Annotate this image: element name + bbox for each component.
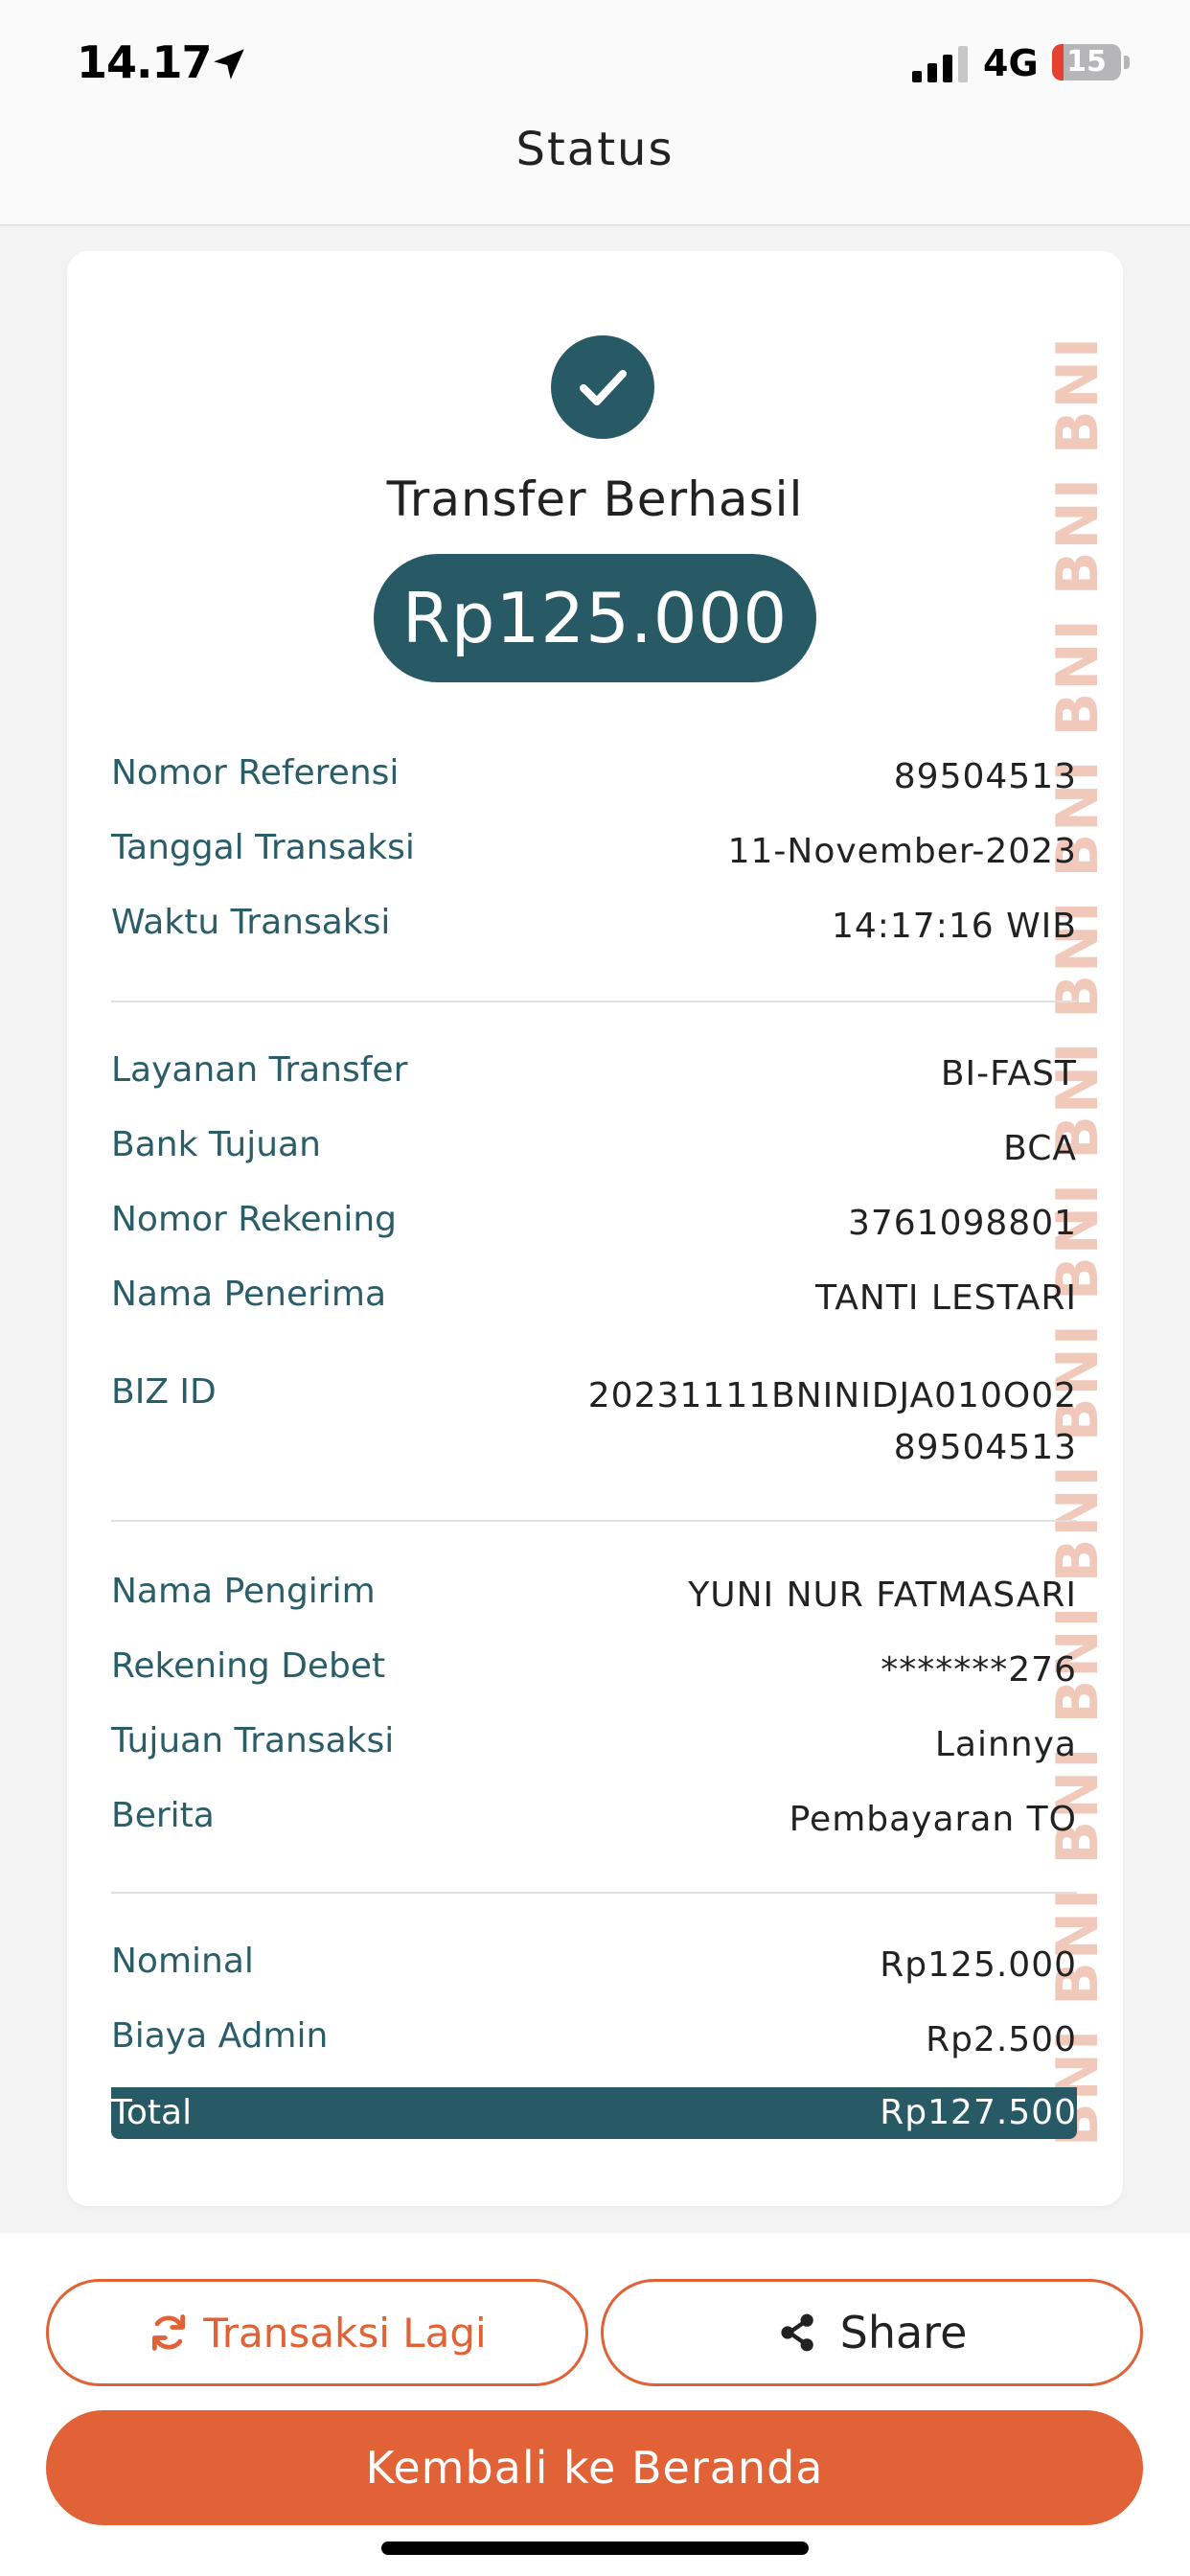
bank-value: BCA — [1003, 1129, 1077, 1168]
recipient-name-value: TANTI LESTARI — [815, 1278, 1077, 1318]
purpose-value: Lainnya — [934, 1725, 1077, 1764]
transaksi-lagi-button[interactable]: Transaksi Lagi — [46, 2279, 588, 2386]
total-row: Total Rp127.500 — [111, 2087, 1077, 2139]
admin-fee-value: Rp2.500 — [926, 2020, 1077, 2059]
receipt-title: Transfer Berhasil — [386, 472, 804, 527]
message-value: Pembayaran TO — [789, 1800, 1077, 1839]
nominal-label: Nominal — [111, 1942, 254, 1981]
debit-account-label: Rekening Debet — [111, 1646, 386, 1686]
amount-badge: Rp125.000 — [374, 554, 816, 682]
biz-id-label: BIZ ID — [111, 1372, 217, 1412]
check-circle-icon — [551, 335, 654, 439]
time-label: Waktu Transaksi — [111, 903, 391, 942]
message-label: Berita — [111, 1796, 215, 1835]
total-value: Rp127.500 — [880, 2093, 1077, 2132]
admin-fee-label: Biaya Admin — [111, 2016, 329, 2056]
battery-tip — [1124, 56, 1130, 69]
recipient-name-label: Nama Penerima — [111, 1275, 387, 1314]
debit-account-value: *******276 — [881, 1650, 1077, 1690]
transfer-service-label: Layanan Transfer — [111, 1050, 408, 1090]
total-label: Total — [111, 2093, 193, 2132]
transaksi-lagi-label: Transaksi Lagi — [203, 2309, 487, 2357]
date-value: 11-November-2023 — [727, 832, 1077, 871]
transfer-service-value: BI-FAST — [940, 1054, 1077, 1093]
biz-id-value: 20231111BNINIDJA010O02 — [587, 1376, 1077, 1415]
bank-label: Bank Tujuan — [111, 1125, 321, 1164]
divider — [111, 1520, 1077, 1522]
back-to-home-label: Kembali ke Beranda — [365, 2442, 824, 2494]
biz-id-value-line2: 89504513 — [893, 1428, 1077, 1467]
action-bar: Transaksi Lagi Share Kembali ke Beranda — [0, 2233, 1190, 2576]
network-type: 4G — [983, 42, 1039, 84]
divider — [111, 1000, 1077, 1002]
page-title: Status — [515, 123, 675, 176]
share-button[interactable]: Share — [601, 2279, 1143, 2386]
share-label: Share — [839, 2307, 968, 2358]
ref-number-value: 89504513 — [893, 757, 1077, 796]
purpose-label: Tujuan Transaksi — [111, 1721, 395, 1760]
signal-icon — [912, 46, 968, 82]
share-icon — [777, 2312, 819, 2354]
back-to-home-button[interactable]: Kembali ke Beranda — [46, 2410, 1143, 2525]
sender-name-label: Nama Pengirim — [111, 1572, 376, 1611]
nominal-value: Rp125.000 — [880, 1945, 1077, 1985]
home-indicator[interactable] — [381, 2542, 809, 2555]
ref-number-label: Nomor Referensi — [111, 753, 400, 793]
sender-name-value: YUNI NUR FATMASARI — [688, 1576, 1077, 1615]
transfer-status-screen: 14.17 4G 15 Status BNI BNI BNI BNI BNI B… — [0, 0, 1190, 2576]
time-value: 14:17:16 WIB — [831, 907, 1077, 946]
divider — [111, 1892, 1077, 1894]
status-time: 14.17 — [77, 36, 213, 88]
battery-icon: 15 — [1052, 44, 1121, 80]
date-label: Tanggal Transaksi — [111, 828, 415, 867]
amount-value: Rp125.000 — [401, 578, 789, 658]
refresh-icon — [148, 2312, 190, 2354]
account-number-label: Nomor Rekening — [111, 1200, 398, 1239]
location-arrow-icon — [214, 49, 244, 80]
page-header: Status — [0, 96, 1190, 226]
account-number-value: 3761098801 — [847, 1204, 1077, 1243]
battery-level: 15 — [1066, 45, 1107, 79]
